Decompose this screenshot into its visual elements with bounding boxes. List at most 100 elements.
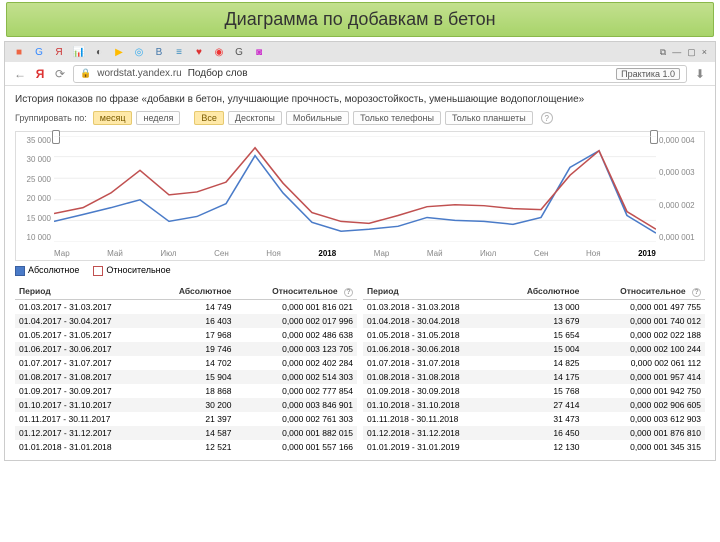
cell-rel: 0,000 002 761 303	[235, 412, 357, 426]
cell-period: 01.10.2018 - 31.10.2018	[363, 398, 501, 412]
chart-legend: Абсолютное Относительное	[15, 265, 705, 276]
cell-period: 01.09.2017 - 30.09.2017	[15, 384, 153, 398]
url-page-title: Подбор слов	[188, 68, 248, 79]
tab-bar: ■ G Я 📊 ◐ ▶ ◎ В ≡ ♥ ◉ G ◙ ⧉ — ▢ ×	[5, 42, 715, 62]
table-row: 01.06.2017 - 30.06.201719 7460,000 003 1…	[15, 342, 357, 356]
controls-row: Группировать по: месяц неделя Все Дескто…	[15, 111, 705, 125]
cell-abs: 14 702	[153, 356, 236, 370]
cell-period: 01.11.2018 - 30.11.2018	[363, 412, 501, 426]
device-tab-phones[interactable]: Только телефоны	[353, 111, 441, 125]
extension-badge: Практика 1.0	[616, 68, 680, 80]
cell-abs: 12 521	[153, 440, 236, 454]
device-tab-all[interactable]: Все	[194, 111, 224, 125]
url-bar[interactable]: 🔒 wordstat.yandex.ru Подбор слов Практик…	[73, 65, 687, 83]
download-icon[interactable]: ⬇	[693, 67, 707, 81]
cell-period: 01.01.2018 - 31.01.2018	[15, 440, 153, 454]
cell-abs: 15 654	[501, 328, 584, 342]
info-icon[interactable]: ?	[541, 112, 553, 124]
col-abs: Абсолютное	[153, 284, 236, 300]
table-row: 01.10.2017 - 31.10.201730 2000,000 003 8…	[15, 398, 357, 412]
cell-period: 01.04.2018 - 30.04.2018	[363, 314, 501, 328]
cell-period: 01.07.2018 - 31.07.2018	[363, 356, 501, 370]
tab-icon[interactable]: ◙	[253, 46, 265, 58]
tab-icon[interactable]: Я	[53, 46, 65, 58]
col-period: Период	[363, 284, 501, 300]
device-tab-mobile[interactable]: Мобильные	[286, 111, 349, 125]
cell-abs: 14 749	[153, 299, 236, 314]
cell-rel: 0,000 001 957 414	[583, 370, 705, 384]
cell-period: 01.05.2017 - 31.05.2017	[15, 328, 153, 342]
group-tab-month[interactable]: месяц	[93, 111, 133, 125]
cell-abs: 13 000	[501, 299, 584, 314]
cell-period: 01.03.2017 - 31.03.2017	[15, 299, 153, 314]
cell-abs: 21 397	[153, 412, 236, 426]
table-row: 01.11.2017 - 30.11.201721 3970,000 002 7…	[15, 412, 357, 426]
cell-rel: 0,000 001 740 012	[583, 314, 705, 328]
tab-icon[interactable]: ■	[13, 46, 25, 58]
table-row: 01.09.2017 - 30.09.201718 8680,000 002 7…	[15, 384, 357, 398]
tab-icon[interactable]: ◐	[93, 46, 105, 58]
table-row: 01.03.2017 - 31.03.201714 7490,000 001 8…	[15, 299, 357, 314]
window-close-icon[interactable]: ×	[702, 47, 707, 58]
window-copy-icon[interactable]: ⧉	[660, 47, 666, 58]
cell-rel: 0,000 001 557 166	[235, 440, 357, 454]
cell-rel: 0,000 002 777 854	[235, 384, 357, 398]
cell-period: 01.06.2018 - 30.06.2018	[363, 342, 501, 356]
cell-rel: 0,000 002 061 112	[583, 356, 705, 370]
reload-button[interactable]: ⟳	[53, 67, 67, 81]
query-text: История показов по фразе «добавки в бето…	[15, 94, 705, 105]
table-row: 01.10.2018 - 31.10.201827 4140,000 002 9…	[363, 398, 705, 412]
legend-rel: Относительное	[93, 265, 170, 276]
tab-icon[interactable]: В	[153, 46, 165, 58]
cell-period: 01.11.2017 - 30.11.2017	[15, 412, 153, 426]
tab-icon[interactable]: ◎	[133, 46, 145, 58]
cell-abs: 12 130	[501, 440, 584, 454]
table-row: 01.09.2018 - 30.09.201815 7680,000 001 9…	[363, 384, 705, 398]
cell-period: 01.12.2018 - 31.12.2018	[363, 426, 501, 440]
table-row: 01.07.2017 - 31.07.201714 7020,000 002 4…	[15, 356, 357, 370]
cell-abs: 17 968	[153, 328, 236, 342]
table-right: Период Абсолютное Относительное ? 01.03.…	[363, 284, 705, 454]
table-row: 01.06.2018 - 30.06.201815 0040,000 002 1…	[363, 342, 705, 356]
cell-abs: 13 679	[501, 314, 584, 328]
tab-icon[interactable]: G	[233, 46, 245, 58]
y-axis-left: 35 000 30 000 25 000 20 000 15 000 10 00…	[16, 136, 54, 242]
cell-abs: 14 175	[501, 370, 584, 384]
table-row: 01.08.2018 - 31.08.201814 1750,000 001 9…	[363, 370, 705, 384]
window-minimize-icon[interactable]: —	[672, 47, 681, 58]
info-icon[interactable]: ?	[692, 288, 701, 297]
cell-period: 01.07.2017 - 31.07.2017	[15, 356, 153, 370]
table-row: 01.05.2018 - 31.05.201815 6540,000 002 0…	[363, 328, 705, 342]
cell-period: 01.04.2017 - 30.04.2017	[15, 314, 153, 328]
legend-abs: Абсолютное	[15, 265, 79, 276]
tab-icon[interactable]: ♥	[193, 46, 205, 58]
table-row: 01.04.2018 - 30.04.201813 6790,000 001 7…	[363, 314, 705, 328]
cell-period: 01.08.2018 - 31.08.2018	[363, 370, 501, 384]
cell-period: 01.06.2017 - 30.06.2017	[15, 342, 153, 356]
yandex-logo-icon[interactable]: Я	[33, 67, 47, 81]
series-relative	[54, 148, 656, 229]
back-button[interactable]: ←	[13, 67, 27, 81]
cell-rel: 0,000 002 402 284	[235, 356, 357, 370]
table-row: 01.03.2018 - 31.03.201813 0000,000 001 4…	[363, 299, 705, 314]
table-row: 01.07.2018 - 31.07.201814 8250,000 002 0…	[363, 356, 705, 370]
window-maximize-icon[interactable]: ▢	[687, 47, 696, 58]
y-axis-right: 0,000 004 0,000 003 0,000 002 0,000 001	[656, 136, 704, 242]
group-label: Группировать по:	[15, 113, 87, 123]
tab-icon[interactable]: ◉	[213, 46, 225, 58]
cell-rel: 0,000 001 345 315	[583, 440, 705, 454]
tab-icon[interactable]: G	[33, 46, 45, 58]
cell-rel: 0,000 001 816 021	[235, 299, 357, 314]
device-tab-tablets[interactable]: Только планшеты	[445, 111, 533, 125]
tab-icon[interactable]: ▶	[113, 46, 125, 58]
cell-rel: 0,000 001 942 750	[583, 384, 705, 398]
cell-abs: 16 403	[153, 314, 236, 328]
cell-abs: 31 473	[501, 412, 584, 426]
cell-abs: 15 904	[153, 370, 236, 384]
tab-icon[interactable]: ≡	[173, 46, 185, 58]
col-period: Период	[15, 284, 153, 300]
info-icon[interactable]: ?	[344, 288, 353, 297]
tab-icon[interactable]: 📊	[73, 46, 85, 58]
device-tab-desktop[interactable]: Десктопы	[228, 111, 282, 125]
group-tab-week[interactable]: неделя	[136, 111, 180, 125]
